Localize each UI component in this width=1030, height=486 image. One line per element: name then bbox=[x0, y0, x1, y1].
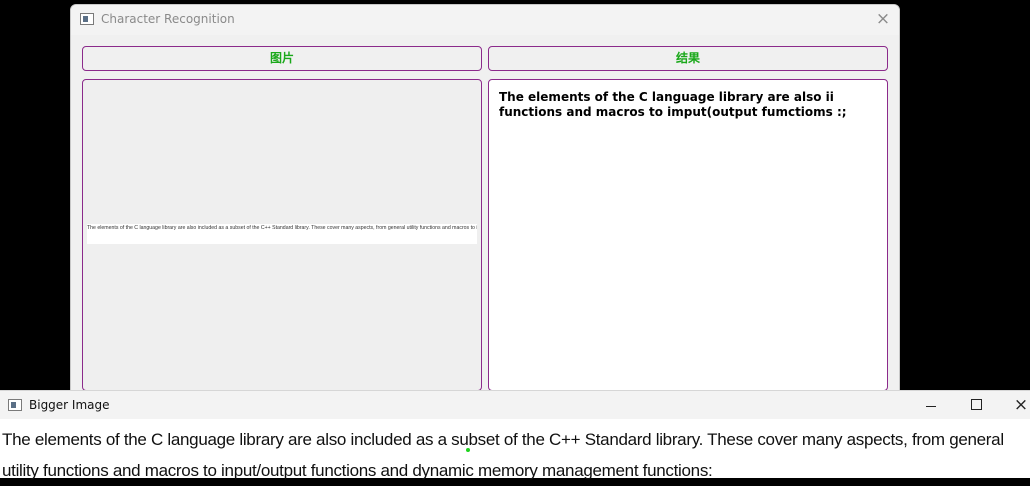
minimize-icon[interactable] bbox=[918, 394, 944, 416]
bigger-image-window: Bigger Image × The elements of the C lan… bbox=[0, 390, 1030, 480]
bigger-image-title: Bigger Image bbox=[29, 398, 110, 412]
close-icon[interactable]: × bbox=[1008, 394, 1030, 416]
bigger-image-titlebar: Bigger Image × bbox=[0, 391, 1030, 419]
main-window-title: Character Recognition bbox=[101, 12, 235, 26]
app-window-icon bbox=[8, 399, 22, 411]
cursor-indicator bbox=[466, 448, 470, 452]
recognition-result-text: The elements of the C language library a… bbox=[499, 90, 847, 119]
character-recognition-window: Character Recognition × 图片 结果 The elemen… bbox=[70, 4, 900, 406]
recognition-result-panel[interactable]: The elements of the C language library a… bbox=[488, 79, 888, 391]
image-preview-panel[interactable]: The elements of the C language library a… bbox=[82, 79, 482, 391]
source-text-image: The elements of the C language library a… bbox=[87, 224, 477, 244]
maximize-icon[interactable] bbox=[963, 394, 989, 416]
close-icon[interactable]: × bbox=[875, 9, 891, 29]
result-button[interactable]: 结果 bbox=[488, 46, 888, 71]
app-window-icon bbox=[80, 13, 94, 25]
image-button[interactable]: 图片 bbox=[82, 46, 482, 71]
main-titlebar: Character Recognition × bbox=[71, 5, 899, 35]
